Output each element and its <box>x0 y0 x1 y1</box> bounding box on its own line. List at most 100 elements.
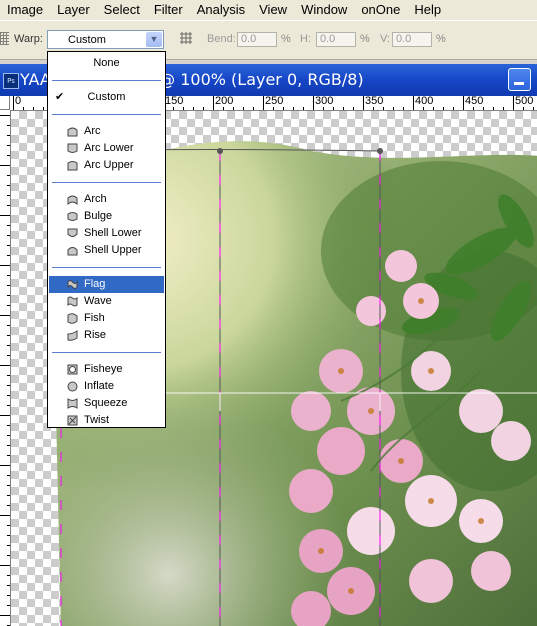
ruler-tick <box>363 96 364 110</box>
ruler-tick <box>313 96 314 110</box>
v-label: V: <box>380 33 390 45</box>
arc-upper-icon <box>67 160 78 171</box>
menu-window[interactable]: Window <box>294 0 354 20</box>
change-warp-orientation-icon[interactable] <box>178 31 194 47</box>
menu-select[interactable]: Select <box>97 0 147 20</box>
arch-icon <box>67 194 78 206</box>
v-distortion-input[interactable]: 0.0 <box>392 32 432 47</box>
menu-layer[interactable]: Layer <box>50 0 97 20</box>
warp-option-arc-upper[interactable]: Arc Upper <box>49 157 164 174</box>
squeeze-icon <box>67 398 78 409</box>
minimize-button[interactable] <box>508 68 531 91</box>
warp-option-arc-lower[interactable]: Arc Lower <box>49 140 164 157</box>
ruler-tick <box>7 355 10 356</box>
ruler-tick <box>7 295 10 296</box>
warp-option-flag[interactable]: Flag <box>49 276 164 293</box>
vertical-ruler[interactable] <box>0 110 11 626</box>
ruler-tick <box>7 455 10 456</box>
menu-view[interactable]: View <box>252 0 294 20</box>
warp-option-label: Arch <box>84 193 107 205</box>
warp-option-none[interactable]: None <box>49 55 164 72</box>
ruler-tick <box>7 595 10 596</box>
wave-icon <box>67 296 78 307</box>
ruler-tick <box>7 135 10 136</box>
ruler-tick <box>193 107 194 110</box>
warp-option-squeeze[interactable]: Squeeze <box>49 395 164 412</box>
warp-option-label: Arc Lower <box>84 142 134 154</box>
menu-help[interactable]: Help <box>407 0 448 20</box>
ruler-tick <box>383 107 384 110</box>
warp-option-label: Twist <box>84 414 110 426</box>
warp-option-arc[interactable]: Arc <box>49 123 164 140</box>
warp-option-arch[interactable]: Arch <box>49 191 164 208</box>
warp-option-fish[interactable]: Fish <box>49 310 164 327</box>
warp-option-label: Arc Upper <box>84 159 134 171</box>
ruler-tick <box>403 107 404 110</box>
warp-option-label: Bulge <box>84 210 113 222</box>
warp-option-label: Fish <box>84 312 105 324</box>
warp-option-rise[interactable]: Rise <box>49 327 164 344</box>
inflate-icon <box>67 381 78 392</box>
ruler-tick <box>0 115 10 116</box>
ruler-tick <box>523 107 524 110</box>
h-distortion-input[interactable]: 0.0 <box>316 32 356 47</box>
ruler-tick <box>0 415 10 416</box>
minimize-icon <box>514 82 524 85</box>
bend-label: Bend: <box>207 33 236 45</box>
ruler-tick <box>213 96 214 110</box>
warp-style-select[interactable]: Custom ▼ <box>47 30 164 49</box>
warp-option-label: None <box>93 57 120 69</box>
warp-option-custom[interactable]: ✔ Custom <box>49 89 164 106</box>
warp-option-label: Shell Upper <box>84 244 142 256</box>
photoshop-doc-icon: Ps <box>3 73 19 89</box>
warp-option-twist[interactable]: Twist <box>49 412 164 429</box>
chevron-down-icon[interactable]: ▼ <box>146 32 162 47</box>
warp-option-wave[interactable]: Wave <box>49 293 164 310</box>
menu-filter[interactable]: Filter <box>147 0 190 20</box>
menu-bar: Image Layer Select Filter Analysis View … <box>0 0 537 20</box>
ruler-tick <box>183 107 184 110</box>
ruler-tick <box>203 107 204 110</box>
twist-icon <box>67 415 78 426</box>
ruler-tick <box>513 96 514 110</box>
warp-option-label: Custom <box>87 91 126 103</box>
ruler-tick <box>43 107 44 110</box>
ruler-tick <box>263 96 264 110</box>
ruler-tick <box>7 395 10 396</box>
menu-onone[interactable]: onOne <box>354 0 407 20</box>
ruler-tick <box>7 605 10 606</box>
menu-analysis[interactable]: Analysis <box>190 0 252 20</box>
ruler-tick <box>7 435 10 436</box>
warp-option-inflate[interactable]: Inflate <box>49 378 164 395</box>
warp-option-shell-upper[interactable]: Shell Upper <box>49 242 164 259</box>
ruler-tick <box>7 445 10 446</box>
ruler-tick <box>7 195 10 196</box>
ruler-tick <box>7 145 10 146</box>
ruler-tick <box>7 525 10 526</box>
ruler-tick <box>243 107 244 110</box>
bend-input[interactable]: 0.0 <box>237 32 277 47</box>
fish-icon <box>67 313 78 324</box>
ruler-tick <box>323 107 324 110</box>
ruler-tick <box>7 335 10 336</box>
ruler-tick <box>7 585 10 586</box>
ruler-tick <box>7 255 10 256</box>
rise-icon <box>67 330 78 341</box>
warp-option-label: Arc <box>84 125 101 137</box>
warp-option-shell-lower[interactable]: Shell Lower <box>49 225 164 242</box>
ruler-tick <box>343 107 344 110</box>
ruler-tick <box>7 125 10 126</box>
ruler-label: 250 <box>265 96 284 107</box>
warp-option-label: Rise <box>84 329 107 341</box>
ruler-tick <box>7 545 10 546</box>
ruler-tick <box>0 315 10 316</box>
ruler-origin[interactable] <box>0 96 10 110</box>
ruler-tick <box>253 107 254 110</box>
warp-option-fisheye[interactable]: Fisheye <box>49 361 164 378</box>
menu-image[interactable]: Image <box>0 0 50 20</box>
ruler-tick <box>273 107 274 110</box>
ruler-tick <box>7 185 10 186</box>
ruler-tick <box>0 365 10 366</box>
warp-option-bulge[interactable]: Bulge <box>49 208 164 225</box>
ruler-tick <box>13 96 14 110</box>
